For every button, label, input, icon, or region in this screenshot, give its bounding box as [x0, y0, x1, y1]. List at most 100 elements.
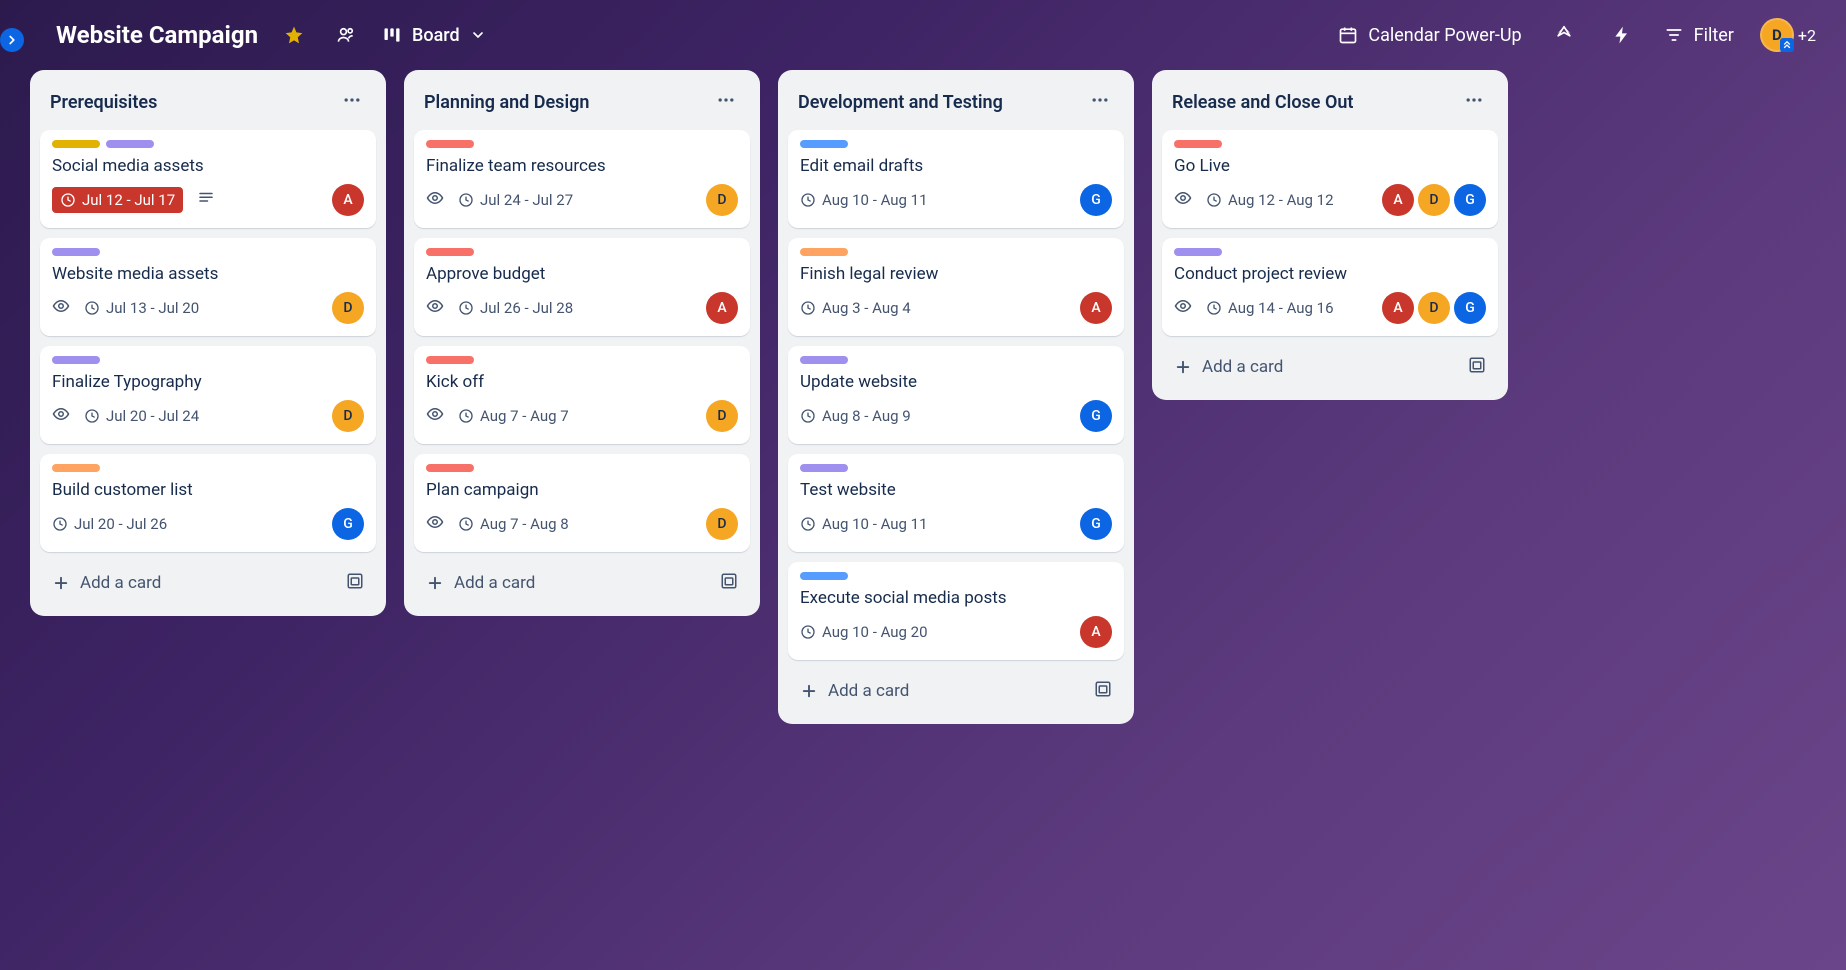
member-avatar[interactable]: A: [1382, 292, 1414, 324]
add-card-button[interactable]: Add a card: [1170, 353, 1287, 381]
card-label[interactable]: [52, 248, 100, 256]
list-title[interactable]: Planning and Design: [424, 92, 589, 113]
card[interactable]: Social media assetsJul 12 - Jul 17A: [40, 130, 376, 228]
card-label[interactable]: [800, 140, 848, 148]
card[interactable]: Conduct project reviewAug 14 - Aug 16ADG: [1162, 238, 1498, 336]
list-title[interactable]: Development and Testing: [798, 92, 1003, 113]
member-avatar[interactable]: D: [332, 400, 364, 432]
member-avatar[interactable]: G: [1454, 184, 1486, 216]
card-title: Test website: [800, 480, 1112, 500]
card-label[interactable]: [52, 356, 100, 364]
card[interactable]: Build customer listJul 20 - Jul 26G: [40, 454, 376, 552]
member-avatar[interactable]: A: [332, 184, 364, 216]
due-date-badge[interactable]: Jul 20 - Jul 26: [52, 515, 167, 533]
add-card-button[interactable]: Add a card: [796, 677, 913, 705]
card-label[interactable]: [426, 248, 474, 256]
list: Development and TestingEdit email drafts…: [778, 70, 1134, 724]
member-avatar[interactable]: G: [332, 508, 364, 540]
card[interactable]: Kick offAug 7 - Aug 7D: [414, 346, 750, 444]
member-avatar[interactable]: G: [1080, 508, 1112, 540]
add-card-button[interactable]: Add a card: [422, 569, 539, 597]
due-date-badge[interactable]: Aug 10 - Aug 11: [800, 191, 928, 209]
due-date-badge[interactable]: Jul 12 - Jul 17: [52, 187, 183, 213]
list-title[interactable]: Release and Close Out: [1172, 92, 1353, 113]
due-date-badge[interactable]: Jul 24 - Jul 27: [458, 191, 573, 209]
card-template-button[interactable]: [716, 568, 742, 598]
card-label[interactable]: [426, 464, 474, 472]
view-switcher[interactable]: Board: [382, 25, 486, 46]
card[interactable]: Edit email draftsAug 10 - Aug 11G: [788, 130, 1124, 228]
member-avatar[interactable]: D: [706, 400, 738, 432]
due-date-badge[interactable]: Aug 3 - Aug 4: [800, 299, 911, 317]
automation-icon[interactable]: [1606, 19, 1638, 51]
member-avatar[interactable]: A: [706, 292, 738, 324]
due-date-badge[interactable]: Aug 7 - Aug 7: [458, 407, 569, 425]
list-menu-button[interactable]: [338, 86, 366, 118]
member-avatar[interactable]: D: [1418, 184, 1450, 216]
member-avatar[interactable]: G: [1080, 400, 1112, 432]
due-date-badge[interactable]: Aug 10 - Aug 11: [800, 515, 928, 533]
card[interactable]: Finish legal reviewAug 3 - Aug 4A: [788, 238, 1124, 336]
card[interactable]: Execute social media postsAug 10 - Aug 2…: [788, 562, 1124, 660]
due-date-badge[interactable]: Jul 20 - Jul 24: [84, 407, 199, 425]
rocket-icon[interactable]: [1548, 19, 1580, 51]
member-avatars[interactable]: D +2: [1760, 18, 1816, 52]
filter-icon: [1664, 25, 1684, 45]
card-label[interactable]: [1174, 248, 1222, 256]
card-template-button[interactable]: [1464, 352, 1490, 382]
additional-members-count[interactable]: +2: [1798, 26, 1816, 45]
card-template-button[interactable]: [342, 568, 368, 598]
card[interactable]: Finalize team resources Jul 24 - Jul 27 D: [414, 130, 750, 228]
card-label[interactable]: [52, 464, 100, 472]
card[interactable]: Go LiveAug 12 - Aug 12ADG: [1162, 130, 1498, 228]
workspace-visibility-button[interactable]: [330, 19, 362, 51]
member-avatar[interactable]: A: [1080, 616, 1112, 648]
list-title[interactable]: Prerequisites: [50, 92, 157, 113]
member-avatar[interactable]: D: [332, 292, 364, 324]
board-view-icon: [382, 25, 402, 45]
card-label[interactable]: [800, 464, 848, 472]
card[interactable]: Update websiteAug 8 - Aug 9G: [788, 346, 1124, 444]
list-menu-button[interactable]: [1086, 86, 1114, 118]
watch-icon: [1174, 189, 1192, 211]
card-label[interactable]: [800, 356, 848, 364]
card[interactable]: Finalize TypographyJul 20 - Jul 24D: [40, 346, 376, 444]
list-menu-button[interactable]: [712, 86, 740, 118]
due-date-badge[interactable]: Aug 10 - Aug 20: [800, 623, 928, 641]
card[interactable]: Plan campaignAug 7 - Aug 8D: [414, 454, 750, 552]
current-user-avatar[interactable]: D: [1760, 18, 1794, 52]
member-avatar[interactable]: A: [1080, 292, 1112, 324]
due-date-badge[interactable]: Jul 26 - Jul 28: [458, 299, 573, 317]
member-avatar[interactable]: D: [706, 508, 738, 540]
card[interactable]: Approve budgetJul 26 - Jul 28A: [414, 238, 750, 336]
filter-button[interactable]: Filter: [1664, 25, 1734, 46]
member-avatar[interactable]: G: [1080, 184, 1112, 216]
add-card-button[interactable]: Add a card: [48, 569, 165, 597]
card-label[interactable]: [106, 140, 154, 148]
star-board-button[interactable]: [278, 19, 310, 51]
card[interactable]: Test website Aug 10 - Aug 11 G: [788, 454, 1124, 552]
card-title: Website media assets: [52, 264, 364, 284]
list-menu-button[interactable]: [1460, 86, 1488, 118]
card-label[interactable]: [426, 356, 474, 364]
due-date-badge[interactable]: Aug 8 - Aug 9: [800, 407, 911, 425]
board-title[interactable]: Website Campaign: [56, 21, 258, 49]
member-avatar[interactable]: D: [1418, 292, 1450, 324]
due-date-badge[interactable]: Aug 7 - Aug 8: [458, 515, 569, 533]
member-avatar[interactable]: G: [1454, 292, 1486, 324]
card-label[interactable]: [426, 140, 474, 148]
card-title: Finalize team resources: [426, 156, 738, 176]
due-date-badge[interactable]: Jul 13 - Jul 20: [84, 299, 199, 317]
card[interactable]: Website media assets Jul 13 - Jul 20 D: [40, 238, 376, 336]
due-date-badge[interactable]: Aug 12 - Aug 12: [1206, 191, 1334, 209]
card-template-button[interactable]: [1090, 676, 1116, 706]
member-avatar[interactable]: D: [706, 184, 738, 216]
card-label[interactable]: [52, 140, 100, 148]
card-label[interactable]: [800, 572, 848, 580]
card-label[interactable]: [1174, 140, 1222, 148]
due-date-badge[interactable]: Aug 14 - Aug 16: [1206, 299, 1334, 317]
card-label[interactable]: [800, 248, 848, 256]
member-avatar[interactable]: A: [1382, 184, 1414, 216]
expand-sidebar-button[interactable]: [0, 28, 24, 52]
calendar-powerup-button[interactable]: Calendar Power-Up: [1338, 25, 1521, 46]
